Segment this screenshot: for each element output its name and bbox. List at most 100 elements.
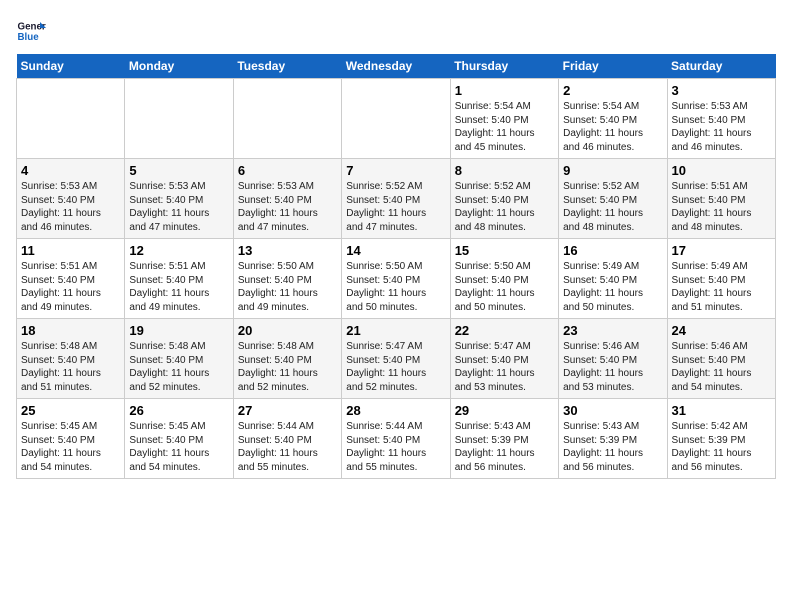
day-info: Sunrise: 5:46 AM Sunset: 5:40 PM Dayligh… <box>563 340 662 394</box>
day-info: Sunrise: 5:49 AM Sunset: 5:40 PM Dayligh… <box>672 260 771 314</box>
day-info: Sunrise: 5:50 AM Sunset: 5:40 PM Dayligh… <box>455 260 554 314</box>
day-info: Sunrise: 5:43 AM Sunset: 5:39 PM Dayligh… <box>563 420 662 474</box>
day-info: Sunrise: 5:50 AM Sunset: 5:40 PM Dayligh… <box>238 260 337 314</box>
day-info: Sunrise: 5:49 AM Sunset: 5:40 PM Dayligh… <box>563 260 662 314</box>
calendar-cell: 12 Sunrise: 5:51 AM Sunset: 5:40 PM Dayli… <box>125 239 233 319</box>
calendar-cell <box>233 79 341 159</box>
day-number: 2 <box>563 83 662 98</box>
calendar-week-row: 11 Sunrise: 5:51 AM Sunset: 5:40 PM Dayli… <box>17 239 776 319</box>
calendar-cell <box>17 79 125 159</box>
day-info: Sunrise: 5:48 AM Sunset: 5:40 PM Dayligh… <box>129 340 228 394</box>
day-info: Sunrise: 5:43 AM Sunset: 5:39 PM Dayligh… <box>455 420 554 474</box>
calendar-cell: 13 Sunrise: 5:50 AM Sunset: 5:40 PM Dayli… <box>233 239 341 319</box>
day-info: Sunrise: 5:50 AM Sunset: 5:40 PM Dayligh… <box>346 260 445 314</box>
day-info: Sunrise: 5:51 AM Sunset: 5:40 PM Dayligh… <box>129 260 228 314</box>
day-number: 19 <box>129 323 228 338</box>
calendar-cell <box>125 79 233 159</box>
day-number: 15 <box>455 243 554 258</box>
calendar-cell: 3 Sunrise: 5:53 AM Sunset: 5:40 PM Daylig… <box>667 79 775 159</box>
calendar-cell: 23 Sunrise: 5:46 AM Sunset: 5:40 PM Dayli… <box>559 319 667 399</box>
day-number: 8 <box>455 163 554 178</box>
logo: General Blue <box>16 16 50 46</box>
calendar-cell <box>342 79 450 159</box>
day-number: 23 <box>563 323 662 338</box>
calendar-cell: 9Sunrise: 5:52 AM Sunset: 5:40 PM Daylig… <box>559 159 667 239</box>
calendar-cell: 6 Sunrise: 5:53 AM Sunset: 5:40 PM Daylig… <box>233 159 341 239</box>
day-info: Sunrise: 5:52 AM Sunset: 5:40 PM Dayligh… <box>346 180 445 234</box>
day-info: Sunrise: 5:53 AM Sunset: 5:40 PM Dayligh… <box>21 180 120 234</box>
day-info: Sunrise: 5:47 AM Sunset: 5:40 PM Dayligh… <box>455 340 554 394</box>
day-number: 16 <box>563 243 662 258</box>
calendar-cell: 25 Sunrise: 5:45 AM Sunset: 5:40 PM Dayli… <box>17 399 125 479</box>
day-number: 10 <box>672 163 771 178</box>
day-info: Sunrise: 5:48 AM Sunset: 5:40 PM Dayligh… <box>238 340 337 394</box>
calendar-cell: 28Sunrise: 5:44 AM Sunset: 5:40 PM Dayli… <box>342 399 450 479</box>
day-number: 27 <box>238 403 337 418</box>
day-number: 25 <box>21 403 120 418</box>
day-info: Sunrise: 5:51 AM Sunset: 5:40 PM Dayligh… <box>21 260 120 314</box>
day-info: Sunrise: 5:53 AM Sunset: 5:40 PM Dayligh… <box>672 100 771 154</box>
day-number: 20 <box>238 323 337 338</box>
calendar-cell: 2 Sunrise: 5:54 AM Sunset: 5:40 PM Daylig… <box>559 79 667 159</box>
day-number: 7 <box>346 163 445 178</box>
day-info: Sunrise: 5:45 AM Sunset: 5:40 PM Dayligh… <box>129 420 228 474</box>
calendar-cell: 20 Sunrise: 5:48 AM Sunset: 5:40 PM Dayli… <box>233 319 341 399</box>
day-number: 21 <box>346 323 445 338</box>
calendar-week-row: 18 Sunrise: 5:48 AM Sunset: 5:40 PM Dayli… <box>17 319 776 399</box>
day-number: 12 <box>129 243 228 258</box>
calendar-cell: 7 Sunrise: 5:52 AM Sunset: 5:40 PM Daylig… <box>342 159 450 239</box>
calendar-cell: 31 Sunrise: 5:42 AM Sunset: 5:39 PM Dayli… <box>667 399 775 479</box>
calendar-cell: 17Sunrise: 5:49 AM Sunset: 5:40 PM Dayli… <box>667 239 775 319</box>
calendar-cell: 19 Sunrise: 5:48 AM Sunset: 5:40 PM Dayli… <box>125 319 233 399</box>
day-number: 26 <box>129 403 228 418</box>
day-number: 22 <box>455 323 554 338</box>
calendar-cell: 21Sunrise: 5:47 AM Sunset: 5:40 PM Dayli… <box>342 319 450 399</box>
calendar-cell: 15 Sunrise: 5:50 AM Sunset: 5:40 PM Dayli… <box>450 239 558 319</box>
day-number: 5 <box>129 163 228 178</box>
day-info: Sunrise: 5:48 AM Sunset: 5:40 PM Dayligh… <box>21 340 120 394</box>
day-info: Sunrise: 5:44 AM Sunset: 5:40 PM Dayligh… <box>346 420 445 474</box>
day-info: Sunrise: 5:52 AM Sunset: 5:40 PM Dayligh… <box>563 180 662 234</box>
day-number: 24 <box>672 323 771 338</box>
day-number: 4 <box>21 163 120 178</box>
calendar-cell: 1 Sunrise: 5:54 AM Sunset: 5:40 PM Daylig… <box>450 79 558 159</box>
col-header-sunday: Sunday <box>17 54 125 79</box>
col-header-friday: Friday <box>559 54 667 79</box>
day-number: 3 <box>672 83 771 98</box>
col-header-thursday: Thursday <box>450 54 558 79</box>
calendar-cell: 16 Sunrise: 5:49 AM Sunset: 5:40 PM Dayli… <box>559 239 667 319</box>
day-number: 29 <box>455 403 554 418</box>
calendar-cell: 30Sunrise: 5:43 AM Sunset: 5:39 PM Dayli… <box>559 399 667 479</box>
calendar-week-row: 25 Sunrise: 5:45 AM Sunset: 5:40 PM Dayli… <box>17 399 776 479</box>
calendar-cell: 5Sunrise: 5:53 AM Sunset: 5:40 PM Daylig… <box>125 159 233 239</box>
day-number: 11 <box>21 243 120 258</box>
calendar-table: SundayMondayTuesdayWednesdayThursdayFrid… <box>16 54 776 479</box>
day-info: Sunrise: 5:51 AM Sunset: 5:40 PM Dayligh… <box>672 180 771 234</box>
day-info: Sunrise: 5:53 AM Sunset: 5:40 PM Dayligh… <box>238 180 337 234</box>
day-info: Sunrise: 5:54 AM Sunset: 5:40 PM Dayligh… <box>455 100 554 154</box>
col-header-tuesday: Tuesday <box>233 54 341 79</box>
day-number: 13 <box>238 243 337 258</box>
calendar-cell: 18 Sunrise: 5:48 AM Sunset: 5:40 PM Dayli… <box>17 319 125 399</box>
day-number: 31 <box>672 403 771 418</box>
calendar-cell: 14 Sunrise: 5:50 AM Sunset: 5:40 PM Dayli… <box>342 239 450 319</box>
day-info: Sunrise: 5:54 AM Sunset: 5:40 PM Dayligh… <box>563 100 662 154</box>
svg-text:Blue: Blue <box>18 32 40 43</box>
calendar-week-row: 1 Sunrise: 5:54 AM Sunset: 5:40 PM Daylig… <box>17 79 776 159</box>
day-number: 6 <box>238 163 337 178</box>
day-number: 18 <box>21 323 120 338</box>
day-number: 14 <box>346 243 445 258</box>
calendar-cell: 10 Sunrise: 5:51 AM Sunset: 5:40 PM Dayli… <box>667 159 775 239</box>
day-info: Sunrise: 5:45 AM Sunset: 5:40 PM Dayligh… <box>21 420 120 474</box>
col-header-wednesday: Wednesday <box>342 54 450 79</box>
logo-icon: General Blue <box>16 16 46 46</box>
calendar-cell: 24Sunrise: 5:46 AM Sunset: 5:40 PM Dayli… <box>667 319 775 399</box>
day-info: Sunrise: 5:42 AM Sunset: 5:39 PM Dayligh… <box>672 420 771 474</box>
col-header-saturday: Saturday <box>667 54 775 79</box>
col-header-monday: Monday <box>125 54 233 79</box>
day-info: Sunrise: 5:44 AM Sunset: 5:40 PM Dayligh… <box>238 420 337 474</box>
day-number: 1 <box>455 83 554 98</box>
calendar-cell: 26 Sunrise: 5:45 AM Sunset: 5:40 PM Dayli… <box>125 399 233 479</box>
calendar-cell: 4 Sunrise: 5:53 AM Sunset: 5:40 PM Daylig… <box>17 159 125 239</box>
calendar-cell: 8Sunrise: 5:52 AM Sunset: 5:40 PM Daylig… <box>450 159 558 239</box>
